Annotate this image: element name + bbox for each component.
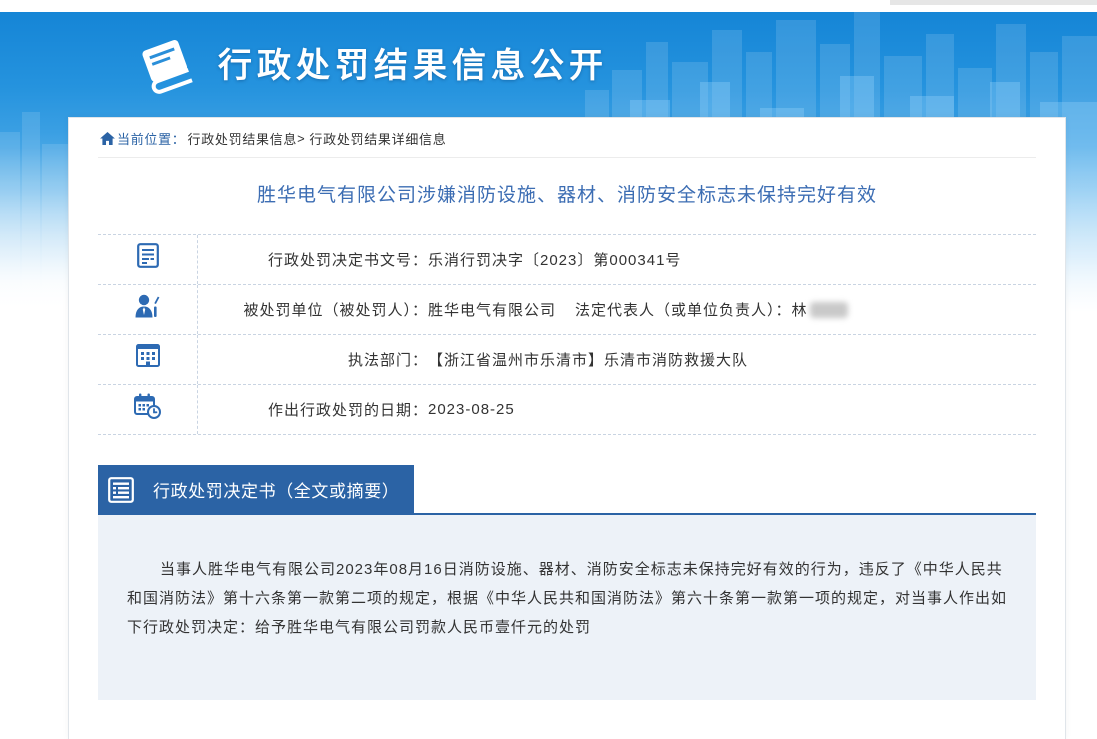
decision-section-heading: 行政处罚决定书（全文或摘要） xyxy=(153,482,400,501)
info-value: 乐消行罚决字〔2023〕第000341号 xyxy=(428,235,681,284)
legal-representative-value: 林 xyxy=(791,302,808,319)
info-icon-cell xyxy=(98,335,198,384)
calendar-icon xyxy=(134,393,161,419)
info-icon-cell xyxy=(98,285,198,334)
book-icon xyxy=(134,36,200,103)
page-title: 胜华电气有限公司涉嫌消防设施、器材、消防安全标志未保持完好有效 xyxy=(256,185,877,206)
person-icon xyxy=(135,294,160,317)
breadcrumb-label: 当前位置： xyxy=(117,131,186,147)
info-label: 被处罚单位（被处罚人）： xyxy=(243,302,428,319)
breadcrumb-link-penalty-info[interactable]: 行政处罚结果信息 xyxy=(188,129,298,148)
redacted-name-blur xyxy=(809,301,848,318)
info-label: 行政处罚决定书文号： xyxy=(267,252,428,269)
list-icon xyxy=(108,476,134,503)
info-value: 胜华电气有限公司 法定代表人（或单位负责人）： 林 xyxy=(428,285,848,334)
breadcrumb-link-penalty-detail[interactable]: 行政处罚结果详细信息 xyxy=(309,129,446,148)
banner-title: 行政处罚结果信息公开 xyxy=(218,47,608,85)
info-label: 执法部门： xyxy=(347,352,428,369)
info-table: 行政处罚决定书文号： 乐消行罚决字〔2023〕第000341号 被处罚单位（被处… xyxy=(98,234,1036,435)
building-icon xyxy=(135,344,160,367)
penalty-date-value: 2023-08-25 xyxy=(428,401,515,418)
breadcrumb-separator: > xyxy=(297,130,306,146)
document-icon xyxy=(136,243,159,268)
info-icon-cell xyxy=(98,385,198,434)
decision-section-tab: 行政处罚决定书（全文或摘要） xyxy=(98,465,414,514)
info-value: 【浙江省温州市乐清市】乐清市消防救援大队 xyxy=(428,335,748,384)
info-row-penalty-date: 作出行政处罚的日期： 2023-08-25 xyxy=(98,385,1036,435)
penalized-party-value: 胜华电气有限公司 xyxy=(428,302,557,319)
info-value: 2023-08-25 xyxy=(428,385,515,434)
enforcement-agency-value: 【浙江省温州市乐清市】乐清市消防救援大队 xyxy=(428,352,749,369)
info-label: 作出行政处罚的日期： xyxy=(267,402,428,419)
home-icon[interactable] xyxy=(100,131,115,145)
top-gray-bar xyxy=(890,0,1097,5)
decision-text: 当事人胜华电气有限公司2023年08月16日消防设施、器材、消防安全标志未保持完… xyxy=(127,561,1008,636)
legal-representative-label: 法定代表人（或单位负责人）： xyxy=(575,302,792,319)
decision-body: 当事人胜华电气有限公司2023年08月16日消防设施、器材、消防安全标志未保持完… xyxy=(98,515,1036,700)
header-divider xyxy=(98,157,1036,158)
breadcrumb: 当前位置： 行政处罚结果信息 > 行政处罚结果详细信息 xyxy=(100,129,446,148)
document-number-value: 乐消行罚决字〔2023〕第000341号 xyxy=(428,252,682,269)
info-icon-cell xyxy=(98,235,198,284)
info-row-penalized-party: 被处罚单位（被处罚人）： 胜华电气有限公司 法定代表人（或单位负责人）： 林 xyxy=(98,285,1036,335)
info-row-enforcement-agency: 执法部门： 【浙江省温州市乐清市】乐清市消防救援大队 xyxy=(98,335,1036,385)
info-row-document-number: 行政处罚决定书文号： 乐消行罚决字〔2023〕第000341号 xyxy=(98,235,1036,285)
